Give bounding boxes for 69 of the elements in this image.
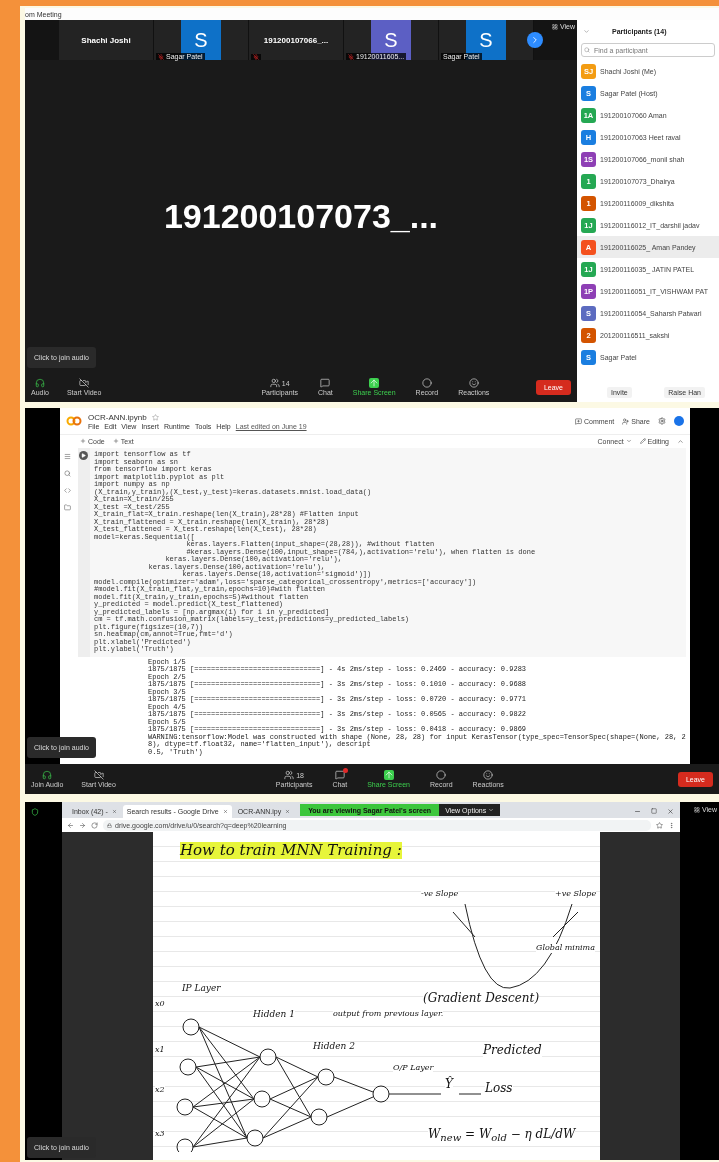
star-icon[interactable] — [151, 413, 159, 421]
smiley-icon — [468, 378, 479, 388]
person-add-icon — [622, 417, 630, 425]
plus-icon — [112, 438, 119, 444]
caret-icon — [625, 438, 632, 444]
smiley-icon — [483, 770, 494, 780]
chat-icon — [334, 770, 345, 780]
user-avatar[interactable] — [674, 416, 684, 426]
chat-icon — [320, 378, 331, 388]
forward-icon[interactable] — [79, 821, 86, 829]
close-icon[interactable] — [285, 809, 291, 814]
record-icon — [436, 770, 447, 780]
headphones-icon — [42, 770, 53, 780]
close-icon[interactable] — [222, 809, 228, 814]
handwritten-note: x0 — [155, 1000, 165, 1009]
collapse-icon[interactable] — [677, 437, 684, 445]
handwritten-note: IP Layer — [182, 984, 221, 994]
grid-icon — [551, 23, 558, 30]
lock-icon — [107, 822, 112, 828]
close-icon[interactable] — [111, 809, 117, 814]
back-icon[interactable] — [67, 821, 74, 829]
people-icon — [269, 378, 280, 388]
run-button[interactable] — [79, 451, 88, 460]
search-icon — [584, 47, 590, 53]
chevron-right-icon — [530, 35, 540, 45]
notebook-title: OCR-ANN.ipynb — [88, 412, 147, 422]
video-off-icon — [79, 378, 90, 388]
video-off-icon — [93, 770, 104, 780]
handwritten-note: W$_{new}$ = W$_{old}$ − η dL/dW — [428, 1128, 576, 1144]
star-icon[interactable] — [656, 821, 663, 829]
collapse-icon[interactable] — [583, 27, 590, 35]
tile-name: 191200107066_... — [263, 35, 329, 45]
handwritten-note: Hidden 2 — [313, 1042, 355, 1052]
handwritten-note: Hidden 1 — [253, 1010, 295, 1020]
handwritten-note: x2 — [155, 1086, 165, 1095]
menu-icon[interactable] — [63, 453, 71, 460]
search-icon[interactable] — [63, 470, 71, 477]
speaker-name: 191200107073_... — [163, 196, 439, 236]
code-icon[interactable] — [63, 487, 71, 494]
caret-icon — [488, 807, 495, 813]
pencil-icon — [639, 438, 646, 444]
handwritten-note: +ve Slope — [555, 890, 597, 899]
headphones-icon — [34, 378, 45, 388]
play-icon — [81, 453, 86, 458]
plus-icon — [80, 438, 86, 444]
grid-icon — [693, 806, 700, 813]
handwritten-note: O/P Layer — [393, 1064, 434, 1073]
handwritten-note: output from previous layer. — [333, 1010, 444, 1019]
handwritten-note: How to train MNN Training : — [180, 842, 402, 859]
record-icon — [421, 378, 432, 388]
folder-icon[interactable] — [63, 504, 71, 511]
next-page-button[interactable] — [527, 32, 543, 48]
handwritten-note: x3 — [155, 1130, 165, 1139]
handwritten-note: -ve Slope — [421, 890, 459, 899]
minimize-icon[interactable] — [634, 808, 641, 815]
handwritten-note: Global minima — [536, 944, 595, 953]
people-icon — [284, 770, 295, 780]
shield-icon — [31, 808, 39, 816]
code-cell[interactable] — [78, 448, 686, 657]
tile-name: Shachi Joshi — [81, 35, 131, 45]
maximize-icon[interactable] — [651, 808, 657, 814]
settings-icon[interactable] — [658, 417, 666, 425]
handwritten-note: (Gradient Descent) — [423, 992, 540, 1006]
reload-icon[interactable] — [91, 821, 98, 829]
colab-logo-icon — [66, 416, 82, 426]
handwritten-note: x1 — [155, 1046, 165, 1055]
close-icon[interactable] — [667, 808, 674, 815]
handwritten-note: Predicted — [483, 1044, 542, 1058]
comment-icon — [574, 417, 582, 425]
